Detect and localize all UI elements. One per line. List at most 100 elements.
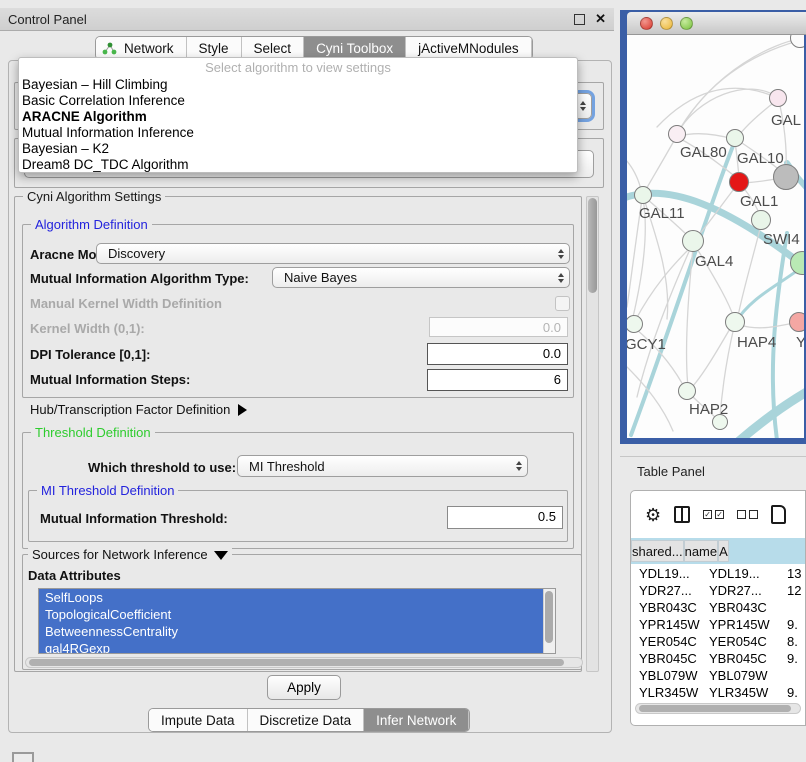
table-row[interactable]: YLR345W YLR345W 9. [631, 684, 805, 701]
hub-definition-toggle[interactable]: Hub/Transcription Factor Definition [30, 402, 247, 417]
tab-label: jActiveMNodules [418, 41, 519, 56]
control-panel-titlebar: Control Panel ✕ [0, 8, 614, 31]
sources-toggle[interactable]: Sources for Network Inference [28, 547, 232, 562]
table-row[interactable]: YDR27... YDR27... 12 [631, 582, 805, 599]
float-window-icon[interactable] [574, 14, 585, 25]
network-node[interactable] [773, 164, 799, 190]
table-panel-titlebar: Table Panel [620, 456, 806, 486]
cell-shared-name: YLR345W [631, 684, 701, 701]
network-node[interactable] [769, 89, 787, 107]
data-attributes-list: SelfLoopsTopologicalCoefficientBetweenne… [38, 588, 556, 654]
attributes-vscrollbar[interactable] [543, 589, 555, 653]
network-node-label: GAL80 [680, 144, 727, 161]
tab-label: Network [124, 41, 174, 56]
zoom-traffic-light[interactable] [680, 17, 693, 30]
cell-name: YDR27... [701, 582, 771, 599]
which-threshold-combo[interactable]: MI Threshold [237, 455, 528, 477]
mi-type-label: Mutual Information Algorithm Type: [30, 271, 249, 286]
tab-label: Impute Data [161, 713, 235, 728]
settings-scroll-thumb[interactable] [588, 198, 597, 293]
column-header[interactable]: name [684, 540, 719, 562]
close-icon[interactable]: ✕ [595, 11, 606, 27]
attributes-hscrollbar[interactable] [25, 657, 583, 668]
network-node[interactable] [789, 312, 804, 332]
deselect-all-icon[interactable] [737, 510, 758, 519]
attribute-item[interactable]: TopologicalCoefficient [39, 606, 555, 623]
dropdown-item[interactable]: Bayesian – K2 [19, 141, 577, 157]
table-row[interactable]: YBR045C YBR045C 9. [631, 650, 805, 667]
show-columns-icon[interactable] [674, 506, 690, 523]
tab-label: Cyni Toolbox [316, 41, 393, 56]
network-node[interactable] [668, 125, 686, 143]
network-node[interactable] [726, 129, 744, 147]
scroll-thumb[interactable] [639, 705, 791, 712]
dropdown-item[interactable]: Bayesian – Hill Climbing [19, 77, 577, 93]
table-header: shared...nameA [631, 538, 805, 564]
select-all-icon[interactable]: ✓✓ [703, 510, 724, 519]
attribute-item[interactable]: SelfLoops [39, 589, 555, 606]
table-hscrollbar[interactable] [635, 703, 801, 714]
cell-value: 12 [771, 582, 805, 599]
dropdown-item[interactable]: Dream8 DC_TDC Algorithm [19, 157, 577, 173]
mi-steps-field[interactable]: 6 [427, 369, 568, 391]
mi-threshold-field[interactable]: 0.5 [447, 506, 563, 529]
network-node[interactable] [634, 186, 652, 204]
cell-value: 9. [771, 684, 805, 701]
network-node[interactable] [712, 414, 728, 430]
network-node[interactable] [682, 230, 704, 252]
scroll-thumb[interactable] [545, 591, 553, 643]
table-panel: ⚙ ✓✓ shared...nameA YDL19... YDL19... 13… [630, 490, 806, 726]
tab[interactable]: Discretize Data [248, 709, 365, 731]
attribute-item[interactable]: gal4RGexp [39, 640, 555, 654]
scroll-thumb[interactable] [29, 659, 564, 666]
tab[interactable]: jActiveMNodules [406, 37, 532, 59]
network-node[interactable] [729, 172, 749, 192]
network-node[interactable] [751, 210, 771, 230]
algorithm-definition-title: Algorithm Definition [31, 217, 152, 232]
minimize-traffic-light[interactable] [660, 17, 673, 30]
aracne-mode-combo[interactable]: Discovery [96, 243, 570, 264]
table-row[interactable]: YER054C YER054C 8. [631, 633, 805, 650]
mi-type-combo[interactable]: Naive Bayes [272, 267, 570, 288]
tab[interactable]: Infer Network [364, 709, 469, 731]
network-window: GALGAL80GAL10GAL1GAL11SWI4GAL4GCY1HAP4YH… [620, 10, 806, 444]
collapse-arrow-icon [214, 551, 228, 560]
table-toolbar: ⚙ ✓✓ [631, 491, 805, 538]
tab[interactable]: Style [187, 37, 242, 59]
column-header[interactable]: A [718, 540, 729, 562]
column-header[interactable]: shared... [631, 540, 684, 562]
table-row[interactable]: YPR145W YPR145W 9. [631, 616, 805, 633]
network-node[interactable] [678, 382, 696, 400]
tab-label: Style [199, 41, 229, 56]
threshold-definition-title: Threshold Definition [31, 425, 155, 440]
network-node[interactable] [725, 312, 745, 332]
tab[interactable]: Select [242, 37, 305, 59]
cell-name: YBL079W [701, 667, 771, 684]
table-rows: YDL19... YDL19... 13 YDR27... YDR27... 1… [631, 565, 805, 718]
export-table-icon[interactable] [771, 505, 786, 524]
attribute-item[interactable]: BetweennessCentrality [39, 623, 555, 640]
manual-kernel-label: Manual Kernel Width Definition [30, 296, 222, 311]
cell-shared-name: YPR145W [631, 616, 701, 633]
network-canvas[interactable]: GALGAL80GAL10GAL1GAL11SWI4GAL4GCY1HAP4YH… [627, 35, 804, 438]
table-row[interactable]: YBR043C YBR043C [631, 599, 805, 616]
network-window-titlebar[interactable] [627, 12, 806, 35]
stepper-icon [553, 249, 569, 259]
apply-button[interactable]: Apply [267, 675, 341, 700]
data-attributes-label: Data Attributes [28, 568, 121, 583]
table-row[interactable]: YDL19... YDL19... 13 [631, 565, 805, 582]
network-node-label: Y [796, 334, 804, 351]
cell-shared-name: YBR045C [631, 650, 701, 667]
dpi-tolerance-field[interactable]: 0.0 [427, 343, 568, 365]
tab[interactable]: Cyni Toolbox [304, 37, 406, 59]
dropdown-item[interactable]: ARACNE Algorithm [19, 109, 577, 125]
dock-panel-icon[interactable] [12, 752, 34, 762]
cell-name: YBR045C [701, 650, 771, 667]
dropdown-item[interactable]: Mutual Information Inference [19, 125, 577, 141]
tab[interactable]: Impute Data [149, 709, 248, 731]
close-traffic-light[interactable] [640, 17, 653, 30]
dropdown-item[interactable]: Basic Correlation Inference [19, 93, 577, 109]
table-row[interactable]: YBL079W YBL079W [631, 667, 805, 684]
gear-icon[interactable]: ⚙ [645, 506, 661, 524]
table-panel-title: Table Panel [637, 464, 705, 479]
